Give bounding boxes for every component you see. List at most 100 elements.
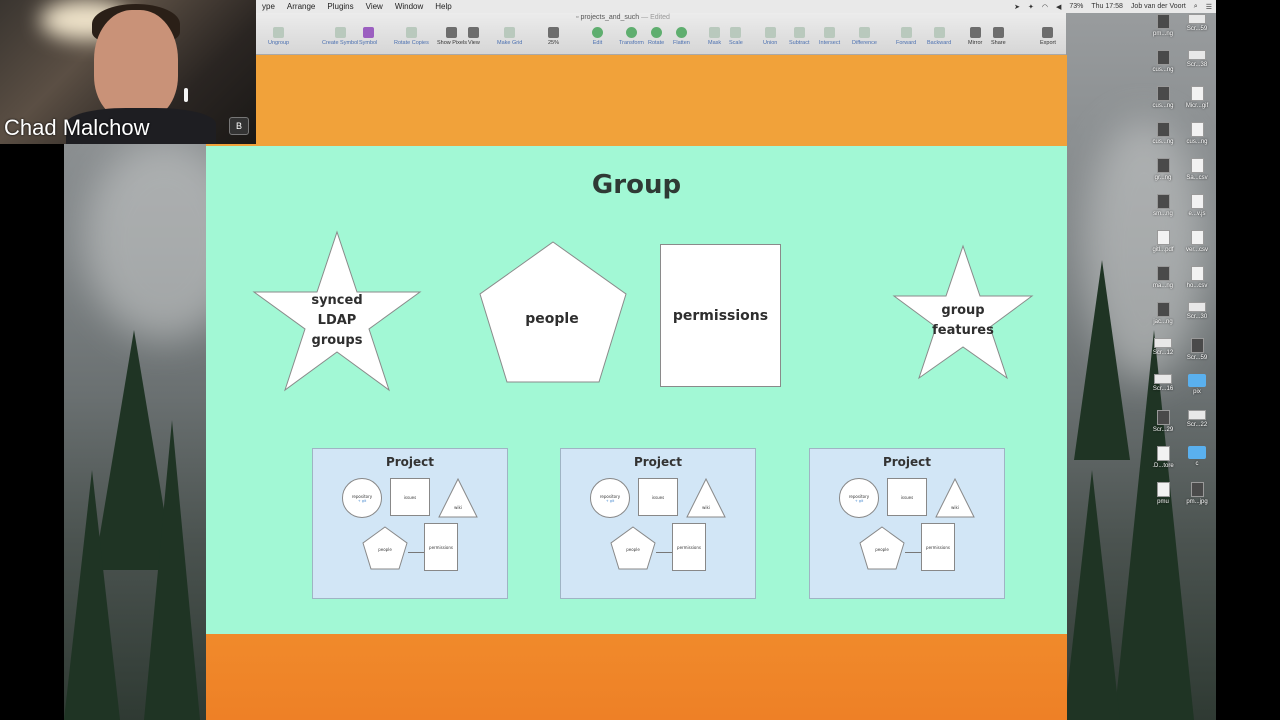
desktop-file-icon[interactable]: cus...ng [1146, 50, 1180, 73]
desktop-file-icon[interactable]: Scr...30 [1180, 302, 1214, 320]
toolbar-scale-button[interactable]: Scale [729, 27, 743, 46]
issues-square[interactable]: issues [390, 478, 430, 516]
desktop-file-icon[interactable]: ver...csv [1180, 230, 1214, 253]
desktop-file-icon[interactable]: pm...ng [1146, 14, 1180, 37]
menu-help[interactable]: Help [429, 2, 457, 11]
menu-type[interactable]: ype [256, 2, 281, 11]
file-thumbnail-icon [1190, 194, 1204, 209]
desktop-file-icon[interactable]: Scr...29 [1146, 410, 1180, 433]
desktop-file-icon[interactable]: pm...jpg [1180, 482, 1214, 505]
toolbar-item-label: Backward [927, 40, 952, 46]
toolbar-ungroup-button[interactable]: Ungroup [268, 27, 289, 46]
location-icon[interactable]: ➤ [1010, 3, 1024, 11]
toolbar-item-label: Transform [619, 40, 644, 46]
toolbar-view-button[interactable]: View [468, 27, 480, 46]
toolbar-mask-button[interactable]: Mask [708, 27, 721, 46]
desktop-file-icon[interactable]: Micr...gif [1180, 86, 1214, 109]
toolbar-item-label: View [468, 40, 480, 46]
desktop-file-icon[interactable]: c [1180, 446, 1214, 467]
toolbar-export-button[interactable]: Export [1040, 27, 1056, 46]
project-box[interactable]: Project repository + git issues wiki people pe… [809, 448, 1005, 599]
project-box[interactable]: Project repository + git issues wiki people pe… [560, 448, 756, 599]
permissions-mini-rect[interactable]: permissions [424, 523, 458, 571]
spotlight-icon[interactable]: ⌕ [1190, 3, 1202, 11]
user-name[interactable]: Job van der Voort [1127, 3, 1190, 10]
design-canvas[interactable]: Group synced LDAP groups people permissi… [206, 55, 1067, 720]
toolbar-mirror-button[interactable]: Mirror [968, 27, 982, 46]
file-thumbnail-icon [1156, 158, 1170, 173]
desktop-file-icon[interactable]: .D...tore [1146, 446, 1180, 469]
toolbar-make-grid-button[interactable]: Make Grid [497, 27, 522, 46]
toolbar-subtract-button[interactable]: Subtract [789, 27, 809, 46]
toolbar-flatten-button[interactable]: Flatten [673, 27, 690, 46]
file-thumbnail-icon [1188, 410, 1206, 420]
toolbar-item-label: Subtract [789, 40, 810, 46]
repository-circle[interactable]: repository + git [590, 478, 630, 518]
toolbar-share-button[interactable]: Share [991, 27, 1006, 46]
permissions-mini-rect[interactable]: permissions [672, 523, 706, 571]
file-thumbnail-icon [1156, 410, 1170, 425]
desktop-file-icon[interactable]: gr...ng [1146, 158, 1180, 181]
desktop-file-icon[interactable]: Scr...12 [1146, 338, 1180, 356]
volume-icon[interactable]: ◀ [1052, 3, 1065, 11]
battery-status[interactable]: 73% [1065, 3, 1087, 10]
file-thumbnail-icon [1190, 158, 1204, 173]
desktop-file-label: c [1195, 461, 1199, 467]
desktop-file-icon[interactable]: cus...ng [1146, 122, 1180, 145]
menu-arrange[interactable]: Arrange [281, 2, 321, 11]
desktop-file-icon[interactable]: Scr...59 [1180, 338, 1214, 361]
desktop-file-icon[interactable]: Scr...59 [1180, 14, 1214, 32]
presenter-video [94, 10, 178, 120]
desktop-file-icon[interactable]: ma...ng [1146, 266, 1180, 289]
webcam-badge[interactable]: B [229, 117, 249, 135]
desktop-file-icon[interactable]: Scr...16 [1146, 374, 1180, 392]
issues-square[interactable]: issues [887, 478, 927, 516]
desktop-file-icon[interactable]: ho...csv [1180, 266, 1214, 289]
project-box[interactable]: Project repository + git issues wiki people pe… [312, 448, 508, 599]
toolbar-backward-button[interactable]: Backward [927, 27, 951, 46]
desktop-file-icon[interactable]: gitl...pdf [1146, 230, 1180, 253]
toolbar-union-button[interactable]: Union [763, 27, 777, 46]
notification-center-icon[interactable]: ☰ [1202, 3, 1216, 11]
toolbar-edit-button[interactable]: Edit [592, 27, 603, 46]
toolbar-rotate-button[interactable]: Rotate [648, 27, 664, 46]
toolbar-25-icon [548, 27, 559, 38]
toolbar-forward-icon [900, 27, 912, 38]
toolbar-25-button[interactable]: 25% [548, 27, 559, 46]
group-artboard[interactable]: Group synced LDAP groups people permissi… [206, 146, 1067, 634]
toolbar-symbol-button[interactable]: Symbol [359, 27, 377, 46]
menu-plugins[interactable]: Plugins [321, 2, 359, 11]
toolbar-transform-button[interactable]: Transform [619, 27, 644, 46]
clock[interactable]: Thu 17:58 [1087, 3, 1127, 10]
toolbar-show-pixels-button[interactable]: Show Pixels [437, 27, 467, 46]
issues-square[interactable]: issues [638, 478, 678, 516]
desktop-file-icon[interactable]: Scr...22 [1180, 410, 1214, 428]
desktop-file-icon[interactable]: Scr...38 [1180, 50, 1214, 68]
desktop-file-icon[interactable]: cus...ng [1146, 86, 1180, 109]
desktop-file-icon[interactable]: sm...ng [1146, 194, 1180, 217]
permissions-mini-rect[interactable]: permissions [921, 523, 955, 571]
menu-view[interactable]: View [360, 2, 389, 11]
desktop-file-label: cus...ng [1186, 139, 1208, 145]
webcam-overlay: Chad Malchow B [0, 0, 256, 144]
repository-circle[interactable]: repository + git [342, 478, 382, 518]
toolbar-forward-button[interactable]: Forward [896, 27, 916, 46]
toolbar-intersect-button[interactable]: Intersect [819, 27, 840, 46]
desktop-file-icon[interactable]: Sa...csv [1180, 158, 1214, 181]
desktop-file-icon[interactable]: pix [1180, 374, 1214, 395]
toolbar-create-symbol-button[interactable]: Create Symbol [322, 27, 358, 46]
desktop-file-icon[interactable]: cus...ng [1180, 122, 1214, 145]
repository-circle[interactable]: repository + git [839, 478, 879, 518]
toolbar-rotate-copies-button[interactable]: Rotate Copies [394, 27, 429, 46]
desktop-file-label: Scr...59 [1186, 26, 1208, 32]
toolbar-item-label: Edit [592, 40, 603, 46]
toolbar-union-icon [764, 27, 776, 38]
menu-window[interactable]: Window [389, 2, 429, 11]
desktop-file-icon[interactable]: e...v.js [1180, 194, 1214, 217]
wifi-icon[interactable]: ◠ [1038, 3, 1052, 11]
toolbar-difference-button[interactable]: Difference [852, 27, 877, 46]
project-title: Project [385, 455, 435, 469]
twitter-icon[interactable]: ✦ [1024, 3, 1038, 11]
desktop-file-icon[interactable]: pmu [1146, 482, 1180, 505]
desktop-file-icon[interactable]: jac...ng [1146, 302, 1180, 325]
